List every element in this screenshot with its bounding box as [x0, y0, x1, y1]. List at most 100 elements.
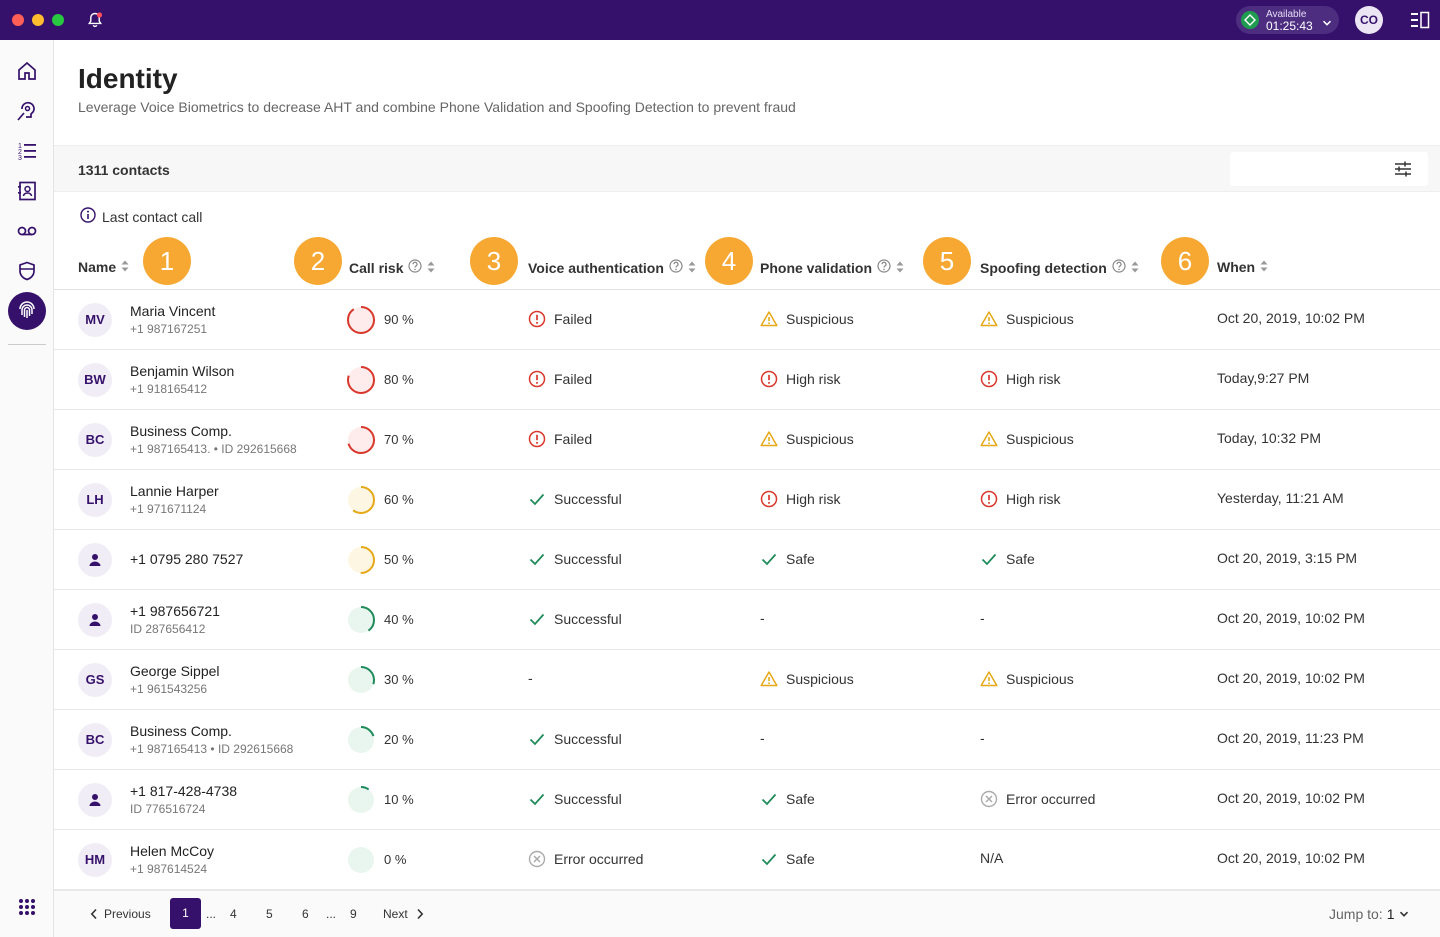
window-close-button[interactable]: [12, 14, 24, 26]
previous-page-button[interactable]: Previous: [90, 907, 151, 921]
apps-grid-icon[interactable]: [18, 898, 36, 921]
filter-box[interactable]: [1230, 152, 1428, 186]
contact-when: Yesterday, 11:21 AM: [1217, 490, 1344, 506]
agent-status-selector[interactable]: Available 01:25:43: [1236, 6, 1339, 34]
contact-details: ID 287656412: [130, 622, 206, 636]
contact-when: Oct 20, 2019, 11:23 PM: [1217, 730, 1364, 746]
warning-triangle-icon: [980, 431, 998, 447]
phone-validation-status-text: High risk: [786, 491, 841, 507]
contact-name[interactable]: Business Comp.: [130, 723, 232, 739]
column-header-when[interactable]: When: [1217, 259, 1268, 275]
help-icon[interactable]: [669, 259, 683, 276]
contact-details: ID 776516724: [130, 802, 206, 816]
table-row[interactable]: BW Benjamin Wilson +1 918165412 80 % Failed H…: [54, 350, 1440, 410]
contact-avatar: LH: [78, 483, 112, 517]
column-header-phone-validation[interactable]: Phone validation: [760, 259, 904, 276]
phone-validation-status: Suspicious: [760, 670, 854, 688]
fingerprint-icon[interactable]: [8, 292, 46, 330]
contact-name[interactable]: Helen McCoy: [130, 843, 214, 859]
contact-details: +1 971671124: [130, 502, 207, 516]
spoofing-status-text: N/A: [980, 850, 1004, 866]
page-button-current[interactable]: 1: [170, 898, 201, 929]
ordered-list-icon[interactable]: 123: [10, 134, 44, 168]
home-icon[interactable]: [10, 54, 44, 88]
table-row[interactable]: HM Helen McCoy +1 987614524 0 % Error occurr…: [54, 830, 1440, 890]
contacts-book-icon[interactable]: [10, 174, 44, 208]
contact-avatar: HM: [78, 843, 112, 877]
voice-auth-status-text: Failed: [554, 431, 593, 447]
column-header-spoofing-detection[interactable]: Spoofing detection: [980, 259, 1139, 276]
sort-icon: [688, 260, 696, 276]
chevron-right-icon: [417, 908, 423, 920]
table-row[interactable]: BC Business Comp. +1 987165413. • ID 29261…: [54, 410, 1440, 470]
call-risk-value: 90 %: [384, 312, 414, 327]
contact-name[interactable]: +1 987656721: [130, 603, 220, 619]
spoofing-status: -: [980, 610, 985, 626]
table-row[interactable]: +1 817-428-4738 ID 776516724 10 % Successfu…: [54, 770, 1440, 830]
contact-name[interactable]: George Sippel: [130, 663, 220, 679]
risk-ring-icon: [347, 546, 375, 574]
voice-auth-status: Failed: [528, 430, 592, 448]
check-icon: [761, 853, 777, 866]
agent-assist-icon[interactable]: [10, 94, 44, 128]
jump-to-page-select[interactable]: Jump to: 1: [1329, 906, 1409, 922]
alert-circle-icon: [980, 370, 998, 388]
window-minimize-button[interactable]: [32, 14, 44, 26]
help-icon[interactable]: [1112, 259, 1126, 276]
table-row[interactable]: BC Business Comp. +1 987165413 • ID 292615…: [54, 710, 1440, 770]
annotation-badge-4: 4: [705, 237, 753, 285]
column-header-name[interactable]: Name: [78, 259, 129, 275]
phone-validation-status: High risk: [760, 490, 840, 508]
side-panel-icon[interactable]: [1410, 11, 1430, 34]
check-icon: [761, 553, 777, 566]
contact-name[interactable]: Lannie Harper: [130, 483, 219, 499]
shield-icon[interactable]: [10, 254, 44, 288]
available-status-icon: [1241, 11, 1259, 29]
call-risk-value: 80 %: [384, 372, 414, 387]
contact-name[interactable]: Business Comp.: [130, 423, 232, 439]
warning-triangle-icon: [980, 311, 998, 327]
chevron-down-icon: [1322, 15, 1332, 33]
jump-to-label: Jump to:: [1329, 906, 1383, 922]
annotation-badge-2: 2: [294, 237, 342, 285]
user-avatar[interactable]: CO: [1355, 6, 1383, 34]
page-button[interactable]: 6: [302, 907, 309, 921]
next-page-button[interactable]: Next: [383, 907, 424, 921]
contact-avatar: [78, 783, 112, 817]
sort-icon: [427, 260, 435, 276]
page-button[interactable]: 4: [230, 907, 237, 921]
contact-avatar: GS: [78, 663, 112, 697]
contact-when: Oct 20, 2019, 10:02 PM: [1217, 610, 1365, 626]
phone-validation-status: Suspicious: [760, 310, 854, 328]
contact-name[interactable]: Benjamin Wilson: [130, 363, 234, 379]
call-risk-value: 70 %: [384, 432, 414, 447]
column-name-label: Name: [78, 259, 117, 275]
risk-ring-icon: [347, 486, 375, 514]
contact-name[interactable]: Maria Vincent: [130, 303, 215, 319]
risk-ring-icon: [348, 847, 374, 873]
annotation-badge-6: 6: [1161, 237, 1209, 285]
column-header-call-risk[interactable]: Call risk: [349, 259, 435, 276]
help-icon[interactable]: [877, 259, 891, 276]
table-row[interactable]: MV Maria Vincent +1 987167251 90 % Failed Sus…: [54, 290, 1440, 350]
table-row[interactable]: +1 0795 280 7527 50 % Successful Safe Safe Oc…: [54, 530, 1440, 590]
last-contact-call-toggle[interactable]: Last contact call: [80, 207, 202, 226]
table-row[interactable]: LH Lannie Harper +1 971671124 60 % Successfu…: [54, 470, 1440, 530]
table-row[interactable]: +1 987656721 ID 287656412 40 % Successful - -…: [54, 590, 1440, 650]
voicemail-icon[interactable]: [10, 214, 44, 248]
contact-name[interactable]: +1 817-428-4738: [130, 783, 237, 799]
contact-name[interactable]: +1 0795 280 7527: [130, 551, 243, 567]
bell-icon[interactable]: [86, 11, 104, 29]
filter-sliders-icon[interactable]: [1394, 161, 1412, 182]
contact-when: Oct 20, 2019, 10:02 PM: [1217, 850, 1365, 866]
help-icon[interactable]: [408, 259, 423, 276]
page-button-last[interactable]: 9: [350, 907, 357, 921]
voice-auth-status: Failed: [528, 370, 592, 388]
phone-validation-status-text: Suspicious: [786, 671, 854, 687]
page-button[interactable]: 5: [266, 907, 273, 921]
window-maximize-button[interactable]: [52, 14, 64, 26]
table-row[interactable]: GS George Sippel +1 961543256 30 % - Suspicio…: [54, 650, 1440, 710]
spoofing-status: High risk: [980, 370, 1060, 388]
column-header-voice-authentication[interactable]: Voice authentication: [528, 259, 696, 276]
call-risk-indicator: [346, 305, 376, 340]
